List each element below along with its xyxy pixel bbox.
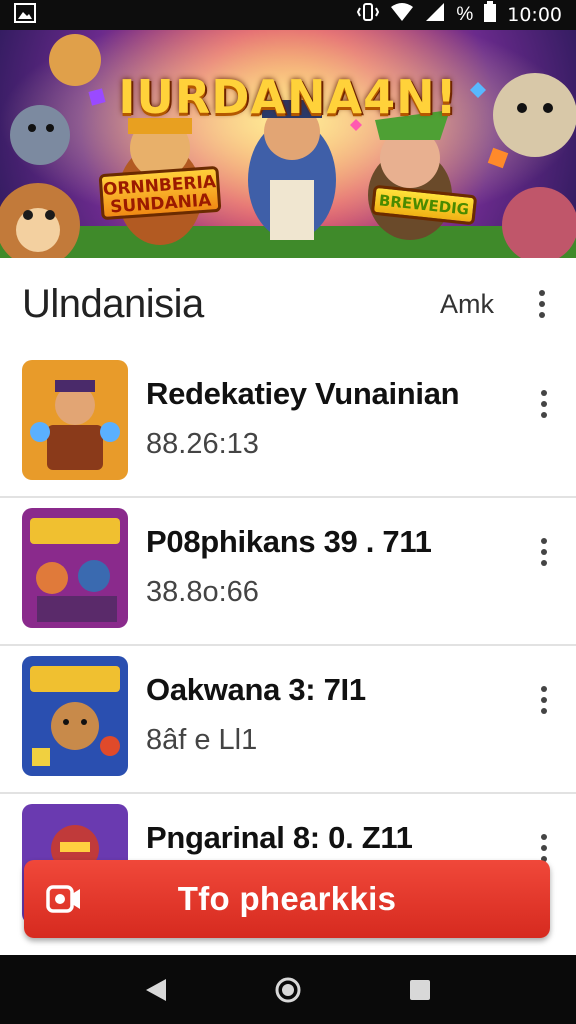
- list-header: Ulndanisia Amk: [0, 258, 576, 350]
- vibrate-icon: [356, 2, 380, 28]
- list-item-title: Redekatiey Vunainian: [146, 376, 460, 411]
- overflow-menu-icon[interactable]: [530, 286, 554, 322]
- signal-icon: [424, 2, 446, 28]
- video-record-icon: [46, 882, 82, 916]
- list-item-title: P08phikans 39 . 711: [146, 524, 432, 559]
- banner-sign-left: ORNNBERIA SUNDANIA: [98, 165, 222, 221]
- primary-action-button[interactable]: Tfo phearkkis: [24, 860, 550, 938]
- status-time: 10:00: [507, 4, 562, 26]
- banner-title: IURDANA4N!: [118, 70, 458, 124]
- list-item[interactable]: Oakwana 3: 7I1 8âf e Ll1: [0, 646, 576, 794]
- primary-action-label: Tfo phearkkis: [177, 880, 397, 917]
- header-action-button[interactable]: Amk: [440, 289, 494, 320]
- status-bar: % 10:00: [0, 0, 576, 30]
- item-overflow-menu-icon[interactable]: [532, 682, 556, 718]
- recents-icon[interactable]: [400, 970, 440, 1010]
- wifi-icon: [390, 2, 414, 28]
- system-navigation-bar: [0, 955, 576, 1024]
- signal-percent-label: %: [456, 4, 474, 25]
- list-item-subtitle: 88.26:13: [146, 428, 259, 460]
- image-notification-icon: [14, 2, 36, 28]
- list-item-subtitle: 38.8o:66: [146, 576, 259, 608]
- game-thumbnail: [22, 656, 128, 776]
- list-item-title: Oakwana 3: 7I1: [146, 672, 366, 707]
- battery-icon: [483, 1, 497, 29]
- game-thumbnail: [22, 360, 128, 480]
- list-item-subtitle: 8âf e Ll1: [146, 724, 258, 756]
- item-overflow-menu-icon[interactable]: [532, 386, 556, 422]
- list-item[interactable]: Redekatiey Vunainian 88.26:13: [0, 350, 576, 498]
- list-item-title: Pngarinal 8: 0. Z11: [146, 820, 413, 855]
- promo-banner[interactable]: IURDANA4N! ORNNBERIA SUNDANIA BREWEDIG: [0, 30, 576, 258]
- app-screen: % 10:00 IURDANA4N! ORNNBERIA SUNDANIA BR…: [0, 0, 576, 1024]
- game-thumbnail: [22, 508, 128, 628]
- banner-artwork: [0, 30, 576, 258]
- list-item[interactable]: P08phikans 39 . 711 38.8o:66: [0, 498, 576, 646]
- back-icon[interactable]: [136, 970, 176, 1010]
- game-list: Redekatiey Vunainian 88.26:13 P08phikans…: [0, 350, 576, 942]
- home-icon[interactable]: [268, 970, 308, 1010]
- item-overflow-menu-icon[interactable]: [532, 534, 556, 570]
- page-title: Ulndanisia: [22, 281, 204, 326]
